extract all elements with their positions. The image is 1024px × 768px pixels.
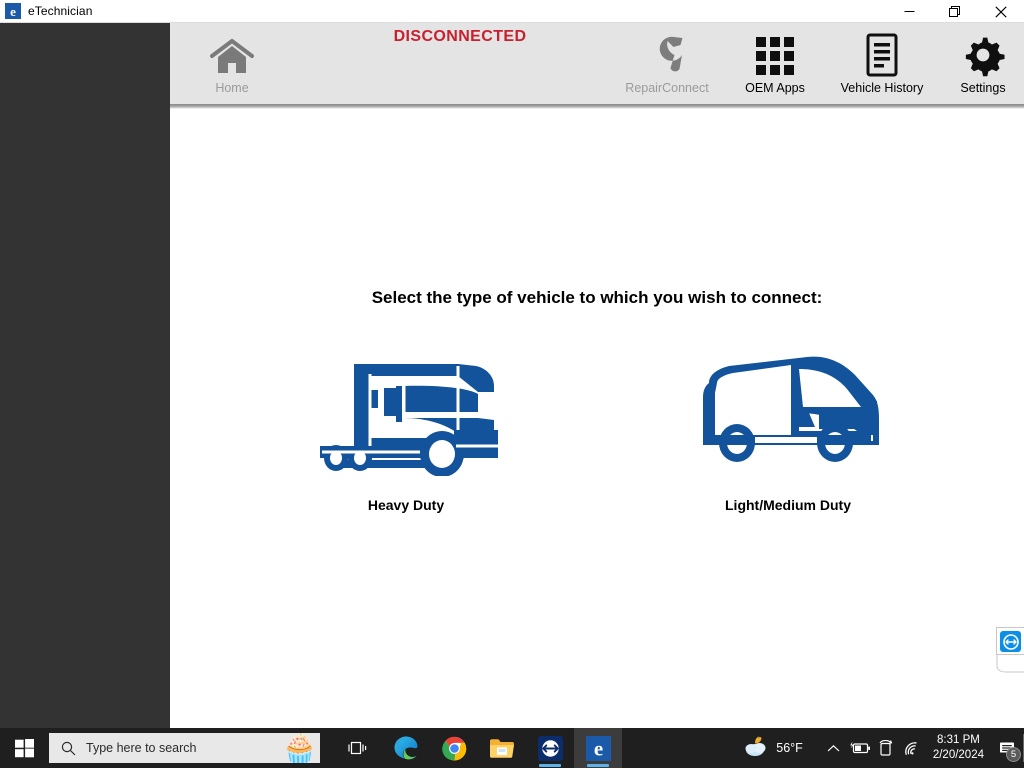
close-button[interactable] xyxy=(978,0,1024,23)
tablet-rotation-icon[interactable] xyxy=(873,728,899,768)
toolbar-item-vehicle-history[interactable]: Vehicle History xyxy=(830,29,934,95)
teamviewer-widget-tail xyxy=(996,654,1024,673)
battery-charging-icon[interactable] xyxy=(847,728,873,768)
connection-status-badge: DISCONNECTED xyxy=(393,28,527,45)
vehicle-choice-light-medium-duty-label: Light/Medium Duty xyxy=(725,497,851,513)
wifi-icon[interactable] xyxy=(899,728,925,768)
toolbar-item-repairconnect-label: RepairConnect xyxy=(625,81,709,95)
cargo-van-icon xyxy=(695,341,881,481)
minimize-button[interactable] xyxy=(886,0,932,23)
toolbar-item-home[interactable]: Home xyxy=(180,29,284,95)
application-window: e eTechnician DISCONNECTED Home RepairCo… xyxy=(0,0,1024,768)
main-content-area: Select the type of vehicle to which you … xyxy=(170,109,1024,728)
svg-text:e: e xyxy=(593,736,602,760)
vehicle-choice-heavy-duty[interactable]: Heavy Duty xyxy=(301,341,511,513)
vehicle-choice-light-medium-duty[interactable]: Light/Medium Duty xyxy=(683,341,893,513)
toolbar-item-repairconnect[interactable]: RepairConnect xyxy=(615,29,719,95)
teamviewer-icon[interactable] xyxy=(526,728,574,768)
search-input-placeholder: Type here to search xyxy=(86,741,197,755)
window-controls xyxy=(886,0,1024,23)
vehicle-type-choices: Heavy Duty Light/Medium Duty xyxy=(170,341,1024,513)
etechnician-logo-icon: e xyxy=(5,3,21,19)
toolbar-item-settings-label: Settings xyxy=(960,81,1006,95)
semi-truck-icon xyxy=(308,341,504,481)
clock[interactable]: 8:31 PM 2/20/2024 xyxy=(933,733,984,763)
restore-button[interactable] xyxy=(932,0,978,23)
notification-count-badge: 5 xyxy=(1006,747,1021,762)
page-title: Select the type of vehicle to which you … xyxy=(371,288,823,307)
etechnician-icon[interactable]: e xyxy=(574,728,622,768)
windows-start-icon[interactable] xyxy=(0,728,48,768)
app-toolbar: DISCONNECTED Home RepairConnect OEM Apps… xyxy=(170,23,1024,104)
microsoft-edge-icon[interactable] xyxy=(382,728,430,768)
teamviewer-floating-widget[interactable] xyxy=(996,627,1024,673)
weather-temperature: 56°F xyxy=(776,741,803,755)
google-chrome-icon[interactable] xyxy=(430,728,478,768)
search-icon xyxy=(61,741,76,756)
toolbar-item-vehicle-history-label: Vehicle History xyxy=(840,81,924,95)
search-input[interactable]: Type here to search 🧁 xyxy=(49,733,320,763)
file-explorer-icon[interactable] xyxy=(478,728,526,768)
muffin-icon: 🧁 xyxy=(281,733,318,764)
toolbar-item-oem-apps[interactable]: OEM Apps xyxy=(723,29,827,95)
wrench-icon xyxy=(645,29,689,77)
vehicle-choice-heavy-duty-label: Heavy Duty xyxy=(367,497,445,513)
teamviewer-floating-icon[interactable] xyxy=(1000,631,1021,652)
system-tray: 56°F 8:31 PM 2/20/2024 5 xyxy=(744,728,1024,768)
window-title-bar: e eTechnician xyxy=(0,0,1024,23)
weather-widget[interactable]: 56°F xyxy=(744,735,803,762)
notifications-icon[interactable]: 5 xyxy=(990,728,1024,768)
clock-time: 8:31 PM xyxy=(937,734,980,746)
chevron-up-icon[interactable] xyxy=(821,728,847,768)
home-icon xyxy=(210,29,254,77)
task-view-icon[interactable] xyxy=(334,728,382,768)
toolbar-item-home-label: Home xyxy=(215,81,249,95)
toolbar-item-oem-apps-label: OEM Apps xyxy=(745,81,805,95)
taskbar-pinned-apps: e xyxy=(334,728,622,768)
gear-icon xyxy=(961,29,1005,77)
windows-taskbar: Type here to search 🧁 e 56°F 8:31 PM 2/2… xyxy=(0,728,1024,768)
window-title: eTechnician xyxy=(28,4,93,18)
partly-cloudy-night-icon xyxy=(744,735,770,762)
left-sidebar-panel xyxy=(0,23,170,728)
toolbar-item-settings[interactable]: Settings xyxy=(931,29,1024,95)
grid-apps-icon xyxy=(754,29,796,77)
document-icon xyxy=(865,29,899,77)
clock-date: 2/20/2024 xyxy=(932,749,984,761)
